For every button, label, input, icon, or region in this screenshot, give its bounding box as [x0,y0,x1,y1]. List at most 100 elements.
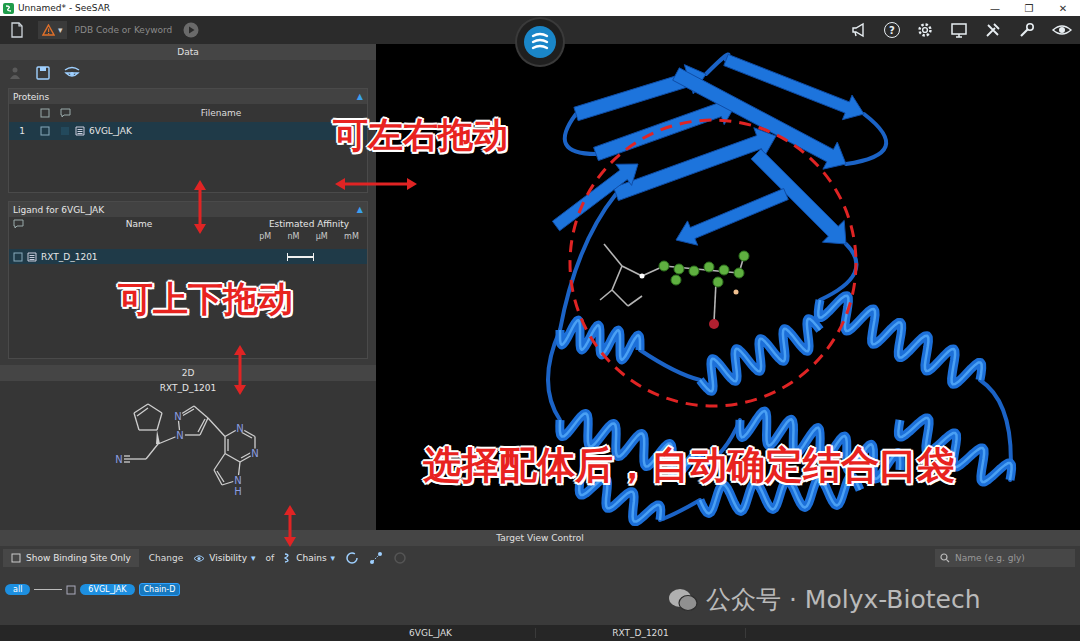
tree-chip[interactable]: Chain-D [139,583,181,596]
status-item: RXT_D_1201 [536,628,746,638]
of-label: of [266,553,275,563]
tree-chip[interactable]: 6VGL_JAK [80,584,134,595]
people-icon[interactable] [8,66,22,80]
comment-icon [60,108,71,118]
vertical-drag-arrow-icon [191,178,209,236]
warning-icon [42,24,55,36]
distance-icon[interactable] [369,551,383,565]
ligands-title: Ligand for 6VGL_JAK [13,205,104,215]
tree-connector [34,589,62,590]
atom-label: N [233,475,243,486]
data-panel-header: Data [0,44,376,60]
atom-label: H [233,486,243,497]
affinity-scale-label: mM [344,232,359,241]
structure-2d-header: 2D [0,365,376,381]
vertical-drag-arrow-icon [281,503,299,549]
ligand-model [600,244,749,329]
svg-text:H: H [234,486,242,497]
empty-comment-icon [60,126,70,136]
window-title: Unnamed* - SeeSAR [18,3,110,13]
checkbox-column-icon [40,108,50,118]
protein-row[interactable]: 16VGL_JAK [9,122,367,140]
checkbox-icon [11,553,21,563]
chain-icon [284,552,292,564]
svg-text:N: N [176,430,183,441]
svg-text:N: N [251,448,258,459]
structure-2d-view: RXT_D_1201NNNNNHN [0,381,376,530]
file-icon [75,126,85,136]
name-column-header: Name [27,219,251,229]
title-bar: Unnamed* - SeeSAR —❐✕ [0,0,1080,16]
annotation-label: 可左右拖动 [333,112,508,159]
visibility-dropdown[interactable]: Visibility▾ [193,553,255,563]
wrench-icon[interactable] [1018,21,1036,39]
affinity-column-header: Estimated Affinity [251,219,367,229]
proteins-section: Proteins ▲ Filename 16VGL_JAK [8,88,368,193]
target-view-header: Target View Control [0,530,1080,546]
seesar-app-icon [3,3,14,14]
molecule-drawing: NNNNNHN [0,393,376,521]
affinity-scale-label: μM [316,232,328,241]
protein-node-icon [66,585,76,595]
surface-icon[interactable] [393,551,407,565]
tools-icon[interactable] [984,21,1002,39]
collapse-button[interactable]: ▲ [357,92,363,101]
tree-chip[interactable]: all [5,584,30,595]
chains-dropdown[interactable]: Chains▾ [284,552,335,564]
atom-label: N [114,454,124,465]
filename-column-header: Filename [75,108,367,118]
watermark: 公众号 · Molyx-Biotech [668,583,981,616]
protein-filename: 6VGL_JAK [89,126,132,136]
play-icon[interactable] [183,22,199,38]
ligand-checkbox-icon[interactable] [13,252,23,262]
status-bar: 6VGL_JAKRXT_D_1201 [0,625,1080,641]
window-control-button[interactable]: ✕ [1046,3,1080,14]
horizontal-drag-arrow-icon [333,175,419,193]
ligand-row[interactable]: RXT_D_1201 [9,249,367,264]
structure-name: RXT_D_1201 [0,381,376,393]
megaphone-icon[interactable] [850,21,868,39]
svg-text:N: N [115,454,122,465]
show-binding-site-button[interactable]: Show Binding Site Only [3,549,139,567]
ligand-name: RXT_D_1201 [41,252,98,262]
window-control-button[interactable]: ❐ [1012,3,1046,14]
file-icon [27,252,37,262]
monitor-icon[interactable] [950,21,968,39]
seesar-logo-icon [523,25,557,59]
visibility-checkbox-icon[interactable] [40,126,50,136]
new-document-icon[interactable] [10,22,24,38]
status-item: 6VGL_JAK [326,628,536,638]
gear-icon[interactable] [916,21,934,39]
residue-search-input[interactable]: Name (e.g. gly) [935,549,1075,567]
seesar-logo[interactable] [517,19,563,65]
search-icon [940,553,950,563]
save-icon[interactable] [36,66,50,80]
eye-icon [193,554,205,563]
comment-icon [13,219,24,229]
affinity-scale-label: nM [287,232,299,241]
atom-label: N [235,423,245,434]
warning-dropdown[interactable]: ▾ [38,21,67,39]
atom-label: N [250,448,260,459]
help-icon[interactable]: ? [884,22,900,38]
affinity-scale-label: pM [259,232,271,241]
proteins-title: Proteins [13,92,49,102]
seesar-window: Unnamed* - SeeSAR —❐✕ ▾ PDB Code or Keyword… [0,0,1080,641]
view-icon[interactable] [64,66,80,80]
atom-label: N [173,411,183,422]
pdb-search-input[interactable]: PDB Code or Keyword [75,25,175,35]
annotation-label: 选择配体后，自动确定结合口袋 [423,440,955,491]
svg-text:N: N [174,411,181,422]
binding-pocket-circle [570,120,856,406]
change-label: Change [149,553,183,563]
atom-label: N [175,430,185,441]
wechat-icon [668,587,698,613]
window-control-button[interactable]: — [978,3,1012,14]
collapse-button[interactable]: ▲ [357,205,363,214]
vertical-drag-arrow-icon [231,343,249,397]
affinity-range-bar [287,256,315,258]
reset-view-icon[interactable] [345,551,359,565]
annotation-label: 可上下拖动 [118,276,293,323]
svg-text:N: N [234,475,241,486]
eye-icon[interactable] [1052,21,1072,39]
